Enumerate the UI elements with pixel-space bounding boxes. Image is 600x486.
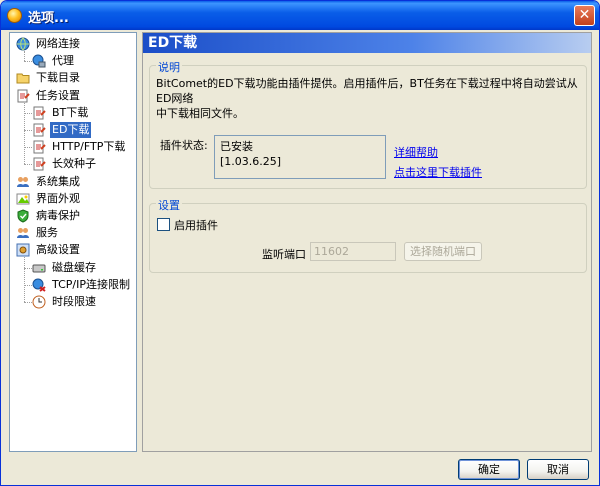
- app-icon: [7, 8, 22, 23]
- ed-download-panel: ED下载 说明 BitComet的ED下载功能由插件提供。启用插件后，BT任务在…: [142, 32, 592, 452]
- tree-connector: [24, 147, 32, 149]
- users-icon: [16, 226, 30, 240]
- tree-item-label: ED下载: [50, 122, 92, 138]
- disk-icon: [32, 261, 46, 275]
- tree-connector: [24, 130, 32, 131]
- tree-connector: [24, 284, 32, 286]
- task-icon: [32, 140, 46, 154]
- description-legend: 说明: [156, 59, 182, 75]
- tree-connector: [24, 257, 25, 302]
- tree-item-label: HTTP/FTP下载: [52, 140, 126, 154]
- download-plugin-link[interactable]: 点击这里下载插件: [394, 164, 482, 180]
- tree-item-label: 服务: [36, 226, 58, 240]
- listen-port-input[interactable]: 11602: [310, 242, 396, 261]
- tree-connector: [24, 112, 32, 114]
- window-title: 选项...: [28, 11, 69, 26]
- title-bar[interactable]: 选项... ✕: [1, 1, 599, 30]
- tree-item-label: 长效种子: [52, 157, 96, 171]
- tree-connector: [24, 51, 25, 62]
- dialog-client: 网络连接代理下载目录任务设置 BT下载 ED下载 HTTP/FTP下载 长效种子系统集成…: [4, 30, 596, 484]
- task-icon: [32, 123, 46, 137]
- tree-connector: [24, 102, 25, 165]
- tree-item-label: 网络连接: [36, 37, 80, 50]
- cancel-button[interactable]: 取消: [527, 459, 589, 480]
- shield-icon: [16, 209, 30, 223]
- users-icon: [16, 175, 30, 189]
- tree-item-label: 病毒保护: [36, 209, 80, 222]
- folder-icon: [16, 71, 30, 85]
- options-dialog: 选项... ✕ 网络连接代理下载目录任务设置 BT下载 ED下载 HTTP/FTP下载…: [0, 0, 600, 486]
- tree-item-label: BT下载: [52, 105, 89, 119]
- tree-connector: [24, 164, 32, 166]
- tree-connector: [24, 267, 32, 269]
- plugin-status-box: 已安装 [1.03.6.25]: [214, 135, 386, 179]
- enable-plugin-label[interactable]: 启用插件: [174, 217, 218, 233]
- tree-item-label: 高级设置: [36, 243, 80, 257]
- description-text: BitComet的ED下载功能由插件提供。启用插件后，BT任务在下载过程中将自动…: [156, 76, 588, 121]
- listen-port-label: 监听端口: [262, 248, 306, 261]
- network-globe-icon: [16, 37, 30, 51]
- plugin-status-label: 插件状态:: [160, 139, 208, 152]
- tree-item-label: 下载目录: [36, 71, 80, 85]
- plugin-status-value: 已安装: [220, 140, 253, 153]
- settings-group: 设置 启用插件 监听端口 11602 选择随机端口: [149, 197, 587, 273]
- close-button[interactable]: ✕: [574, 5, 595, 26]
- tcp-icon: [32, 278, 46, 292]
- task-icon: [16, 89, 30, 103]
- tree-item-label: 任务设置: [36, 88, 80, 102]
- panel-title: ED下载: [143, 33, 591, 53]
- close-icon: ✕: [578, 7, 591, 23]
- tree-item-label: 界面外观: [36, 191, 80, 205]
- settings-legend: 设置: [156, 197, 182, 213]
- description-line-1: BitComet的ED下载功能由插件提供。启用插件后，BT任务在下载过程中将自动…: [156, 77, 578, 105]
- task-icon: [32, 106, 46, 120]
- tree-item-label: 磁盘缓存: [52, 260, 96, 274]
- proxy-icon: [32, 54, 46, 68]
- clock-icon: [32, 295, 46, 309]
- tree-item-label: TCP/IP连接限制: [52, 277, 130, 291]
- tree-item-label: 代理: [52, 54, 74, 68]
- tree-connector: [24, 302, 32, 303]
- tree-connector: [24, 61, 32, 63]
- tree-item-label: 时段限速: [52, 295, 96, 308]
- plugin-version: [1.03.6.25]: [220, 155, 282, 168]
- random-port-button[interactable]: 选择随机端口: [404, 242, 482, 261]
- enable-plugin-checkbox[interactable]: [157, 218, 170, 231]
- description-group: 说明 BitComet的ED下载功能由插件提供。启用插件后，BT任务在下载过程中…: [149, 59, 588, 189]
- settings-tree[interactable]: 网络连接代理下载目录任务设置 BT下载 ED下载 HTTP/FTP下载 长效种子系统集成…: [9, 32, 137, 452]
- task-icon: [32, 157, 46, 171]
- advanced-icon: [16, 243, 30, 257]
- ok-button[interactable]: 确定: [458, 459, 520, 480]
- appearance-icon: [16, 192, 30, 206]
- tree-item-label: 系统集成: [36, 174, 80, 188]
- help-link[interactable]: 详细帮助: [394, 144, 438, 160]
- description-line-2: 中下载相同文件。: [156, 107, 244, 120]
